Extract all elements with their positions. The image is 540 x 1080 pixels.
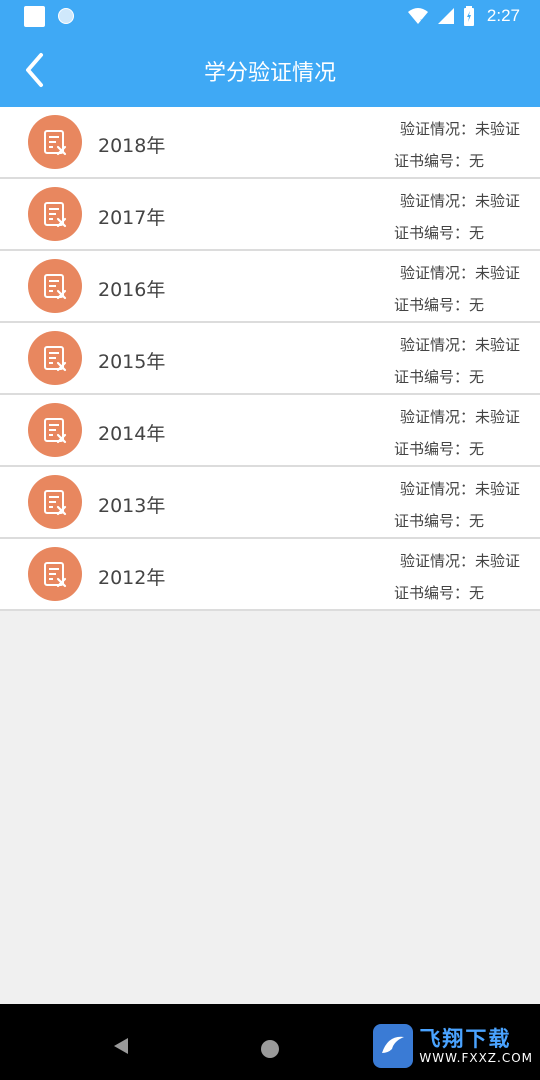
row-year: 2017年: [98, 207, 166, 229]
status-icons: x 2:27: [407, 5, 520, 27]
row-year: 2012年: [98, 567, 166, 589]
row-verify-status: 验证情况：未验证: [399, 552, 520, 570]
document-cross-icon: [28, 187, 82, 241]
watermark: 飞翔下载 WWW.FXXZ.COM: [373, 1020, 533, 1072]
row-year: 2016年: [98, 279, 166, 301]
list-item[interactable]: 2012年 验证情况：未验证 证书编号：无: [0, 539, 540, 611]
row-verify-status: 验证情况：未验证: [399, 264, 520, 282]
row-cert-number: 证书编号：无: [394, 584, 485, 602]
battery-icon: [463, 6, 474, 26]
svg-text:x: x: [420, 17, 425, 25]
watermark-main: 飞翔下载: [419, 1027, 512, 1051]
row-year: 2013年: [98, 495, 166, 517]
list-item[interactable]: 2017年 验证情况：未验证 证书编号：无: [0, 179, 540, 251]
row-cert-number: 证书编号：无: [394, 152, 485, 170]
notification-square-icon: [24, 6, 45, 27]
nav-home-icon[interactable]: [261, 1040, 279, 1058]
notification-circle-icon: [58, 8, 74, 24]
list-item[interactable]: 2018年 验证情况：未验证 证书编号：无: [0, 107, 540, 179]
row-cert-number: 证书编号：无: [394, 368, 485, 386]
signal-icon: [437, 8, 454, 24]
list-item[interactable]: 2015年 验证情况：未验证 证书编号：无: [0, 323, 540, 395]
row-cert-number: 证书编号：无: [394, 440, 485, 458]
page-title: 学分验证情况: [203, 61, 336, 86]
list-item[interactable]: 2014年 验证情况：未验证 证书编号：无: [0, 395, 540, 467]
row-verify-status: 验证情况：未验证: [399, 336, 520, 354]
row-verify-status: 验证情况：未验证: [399, 192, 520, 210]
row-cert-number: 证书编号：无: [394, 512, 485, 530]
document-cross-icon: [28, 475, 82, 529]
row-cert-number: 证书编号：无: [394, 296, 485, 314]
watermark-text: 飞翔下载 WWW.FXXZ.COM: [419, 1027, 533, 1065]
list-item[interactable]: 2013年 验证情况：未验证 证书编号：无: [0, 467, 540, 539]
app-header: 学分验证情况: [0, 33, 540, 107]
credit-year-list: 2018年 验证情况：未验证 证书编号：无 2017年 验证情况：未验证 证书编…: [0, 107, 540, 611]
watermark-sub: WWW.FXXZ.COM: [419, 1051, 533, 1065]
nav-back-icon[interactable]: [113, 1037, 129, 1055]
row-verify-status: 验证情况：未验证: [399, 408, 520, 426]
row-verify-status: 验证情况：未验证: [399, 480, 520, 498]
list-item[interactable]: 2016年 验证情况：未验证 证书编号：无: [0, 251, 540, 323]
row-year: 2015年: [98, 351, 166, 373]
watermark-logo-icon: [373, 1024, 414, 1068]
row-year: 2018年: [98, 135, 166, 157]
wifi-icon: x: [407, 8, 428, 25]
document-cross-icon: [28, 547, 82, 601]
row-year: 2014年: [98, 423, 166, 445]
document-cross-icon: [28, 403, 82, 457]
row-verify-status: 验证情况：未验证: [399, 120, 520, 138]
document-cross-icon: [28, 115, 82, 169]
row-cert-number: 证书编号：无: [394, 224, 485, 242]
document-cross-icon: [28, 331, 82, 385]
document-cross-icon: [28, 259, 82, 313]
status-bar: x 2:27: [0, 0, 540, 33]
clock: 2:27: [486, 6, 520, 25]
